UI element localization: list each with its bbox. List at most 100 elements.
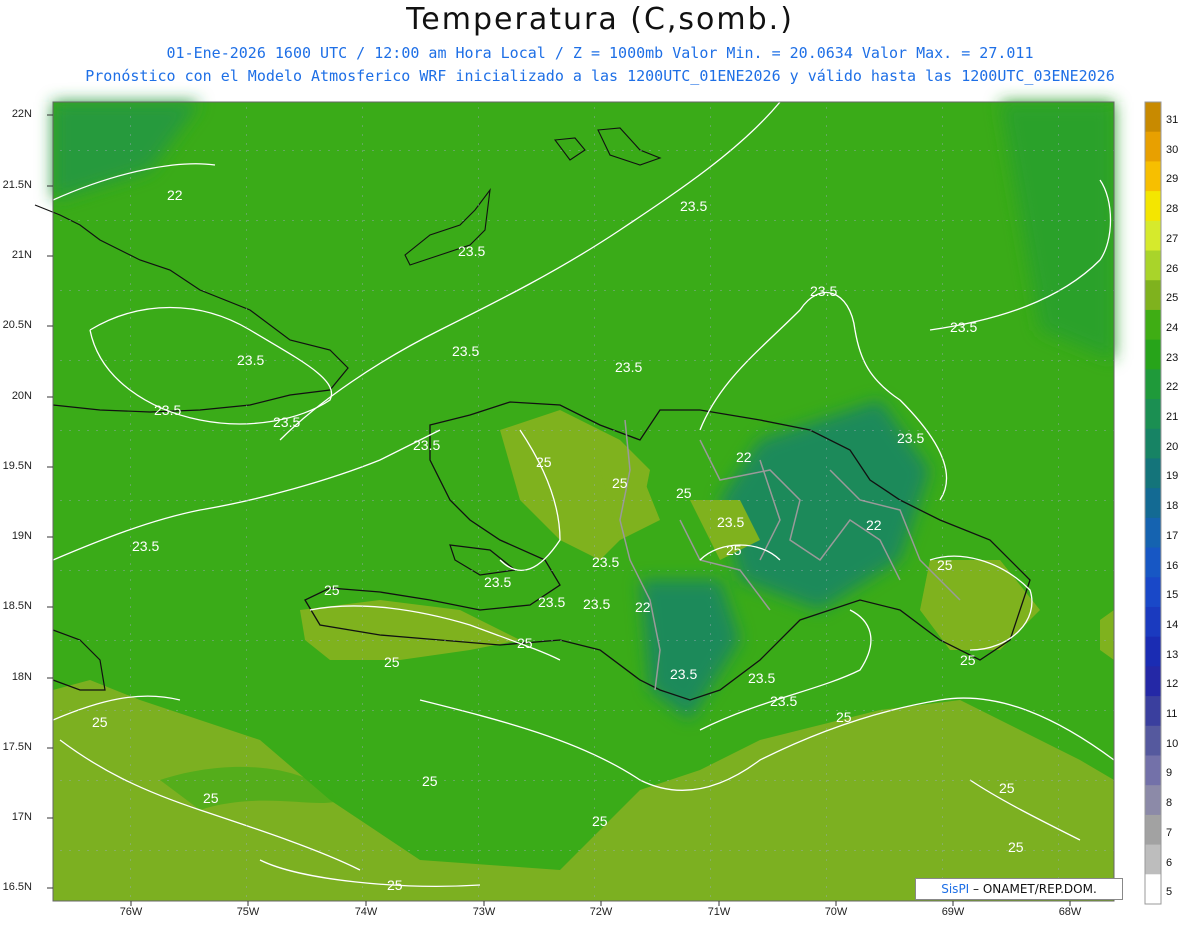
contour-label: 23.5 xyxy=(154,402,181,418)
colorbar-swatch xyxy=(1145,577,1161,608)
contour-label: 25 xyxy=(960,652,976,668)
lon-label: 70W xyxy=(824,906,848,918)
colorbar-swatch xyxy=(1145,785,1161,816)
contour-label: 25 xyxy=(592,813,608,829)
map-subtitle-model: Pronóstico con el Modelo Atmosferico WRF… xyxy=(85,67,1115,85)
colorbar-tick-label: 22 xyxy=(1166,381,1179,394)
colorbar-tick-label: 11 xyxy=(1166,708,1178,721)
lat-label: 17N xyxy=(11,811,32,823)
colorbar-tick-label: 30 xyxy=(1166,143,1179,156)
colorbar-tick-label: 8 xyxy=(1166,797,1173,810)
contour-label: 25 xyxy=(726,542,742,558)
contour-label: 25 xyxy=(612,475,628,491)
contour-label: 23.5 xyxy=(484,574,511,590)
colorbar-swatch xyxy=(1145,309,1161,341)
contour-label: 25 xyxy=(422,773,438,789)
colorbar xyxy=(1144,101,1162,905)
contour-label: 25 xyxy=(676,485,692,501)
colorbar-tick-label: 23 xyxy=(1166,351,1179,364)
colorbar-tick-label: 17 xyxy=(1166,529,1179,542)
lon-label: 69W xyxy=(941,906,965,918)
colorbar-tick-label: 13 xyxy=(1166,648,1179,661)
colorbar-swatch xyxy=(1145,814,1161,846)
contour-label: 25 xyxy=(836,709,852,725)
colorbar-tick-label: 16 xyxy=(1166,559,1179,572)
contour-label: 23.5 xyxy=(132,538,159,554)
contour-label: 23.5 xyxy=(458,243,485,259)
contour-label: 23.5 xyxy=(237,352,264,368)
colorbar-tick-label: 9 xyxy=(1166,767,1173,780)
contour-label: 23.5 xyxy=(413,437,440,453)
contour-label: 25 xyxy=(536,454,552,470)
colorbar-tick-label: 27 xyxy=(1166,232,1179,245)
lat-label: 18.5N xyxy=(2,600,32,612)
colorbar-swatch xyxy=(1145,220,1161,252)
colorbar-tick-label: 10 xyxy=(1166,737,1179,750)
colorbar-swatch xyxy=(1145,874,1161,905)
colorbar-swatch xyxy=(1145,488,1161,519)
map-subtitle-date: 01-Ene-2026 1600 UTC / 12:00 am Hora Loc… xyxy=(166,44,1034,62)
contour-label: 23.5 xyxy=(452,343,479,359)
contour-label: 25 xyxy=(92,714,108,730)
colorbar-swatch xyxy=(1145,606,1161,638)
colorbar-tick-label: 24 xyxy=(1166,321,1179,334)
lat-label: 21.5N xyxy=(2,179,32,191)
colorbar-swatch xyxy=(1145,339,1161,370)
contour-label: 25 xyxy=(999,780,1015,796)
lat-label: 22N xyxy=(11,108,32,120)
colorbar-swatch xyxy=(1145,102,1161,133)
contour-label: 23.5 xyxy=(273,414,300,430)
contour-label: 22 xyxy=(167,187,183,203)
contour-label: 25 xyxy=(203,790,219,806)
colorbar-swatch xyxy=(1145,636,1161,667)
colorbar-swatch xyxy=(1145,131,1161,162)
colorbar-tick-label: 20 xyxy=(1166,440,1179,453)
colorbar-tick-label: 29 xyxy=(1166,173,1179,186)
contour-label: 22 xyxy=(866,517,882,533)
lat-label: 21N xyxy=(11,249,32,261)
colorbar-tick-label: 28 xyxy=(1166,203,1179,216)
colorbar-tick-label: 25 xyxy=(1166,292,1179,305)
colorbar-swatch xyxy=(1145,161,1161,192)
lat-label: 20N xyxy=(11,390,32,402)
contour-label: 25 xyxy=(517,635,533,651)
contour-label: 25 xyxy=(937,557,953,573)
contour-label: 23.5 xyxy=(583,596,610,612)
colorbar-swatch xyxy=(1145,250,1161,281)
lat-label: 17.5N xyxy=(2,741,32,753)
colorbar-swatch xyxy=(1145,755,1161,786)
contour-label: 23.5 xyxy=(897,430,924,446)
map-title: Temperatura (C,somb.) xyxy=(406,2,794,37)
colorbar-swatch xyxy=(1145,369,1161,400)
contour-label: 23.5 xyxy=(810,283,837,299)
colorbar-swatch xyxy=(1145,547,1161,578)
colorbar-swatch xyxy=(1145,517,1161,549)
colorbar-swatch xyxy=(1145,280,1161,311)
contour-label: 23.5 xyxy=(615,359,642,375)
lon-label: 72W xyxy=(589,906,613,918)
colorbar-tick-label: 26 xyxy=(1166,262,1179,275)
colorbar-tick-label: 12 xyxy=(1166,678,1179,691)
colorbar-tick-label: 7 xyxy=(1166,826,1173,839)
colorbar-swatch xyxy=(1145,696,1161,727)
colorbar-tick-label: 19 xyxy=(1166,470,1179,483)
temperature-map: 22 23.5 23.5 23.5 23.5 23.5 23.5 23.5 23… xyxy=(34,101,1162,906)
contour-label: 22 xyxy=(635,599,651,615)
colorbar-swatch xyxy=(1145,399,1161,430)
lat-label: 19N xyxy=(11,530,32,542)
contour-label: 25 xyxy=(324,582,340,598)
colorbar-tick-label: 15 xyxy=(1166,589,1179,602)
credit-box: SisPI – ONAMET/REP.DOM. xyxy=(915,878,1123,900)
contour-label: 25 xyxy=(384,654,400,670)
colorbar-swatch xyxy=(1145,725,1161,756)
contour-label: 23.5 xyxy=(950,319,977,335)
lon-label: 76W xyxy=(119,906,143,918)
colorbar-swatch xyxy=(1145,458,1161,489)
colorbar-swatch xyxy=(1145,428,1161,459)
colorbar-swatch xyxy=(1145,666,1161,697)
contour-label: 23.5 xyxy=(748,670,775,686)
colorbar-swatch xyxy=(1145,844,1161,875)
colorbar-tick-label: 6 xyxy=(1166,856,1173,869)
colorbar-swatch xyxy=(1145,191,1161,222)
colorbar-tick-label: 21 xyxy=(1166,411,1179,424)
